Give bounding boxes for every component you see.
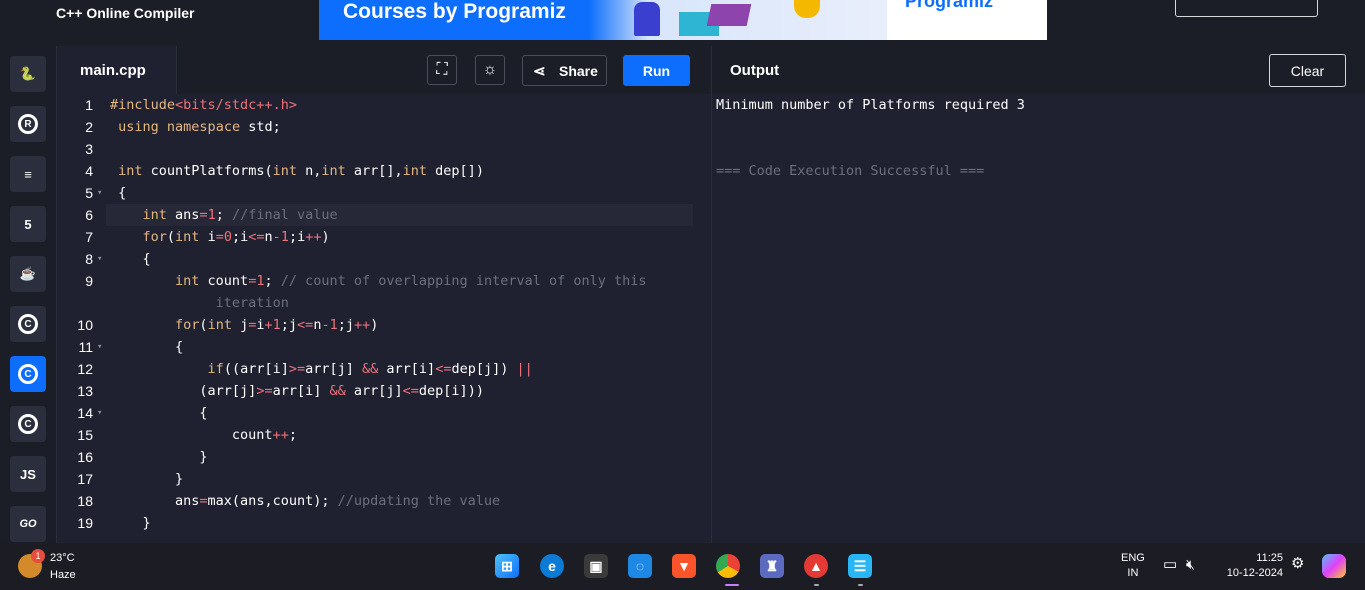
share-icon: ⋖ [533, 63, 546, 80]
photos-icon[interactable]: ▣ [584, 554, 608, 578]
code-line: } [110, 471, 184, 487]
code-line: if((arr[i]>=arr[j] && arr[i]<=dep[j]) || [207, 361, 533, 377]
brave-icon[interactable]: ▼ [672, 554, 696, 578]
code-line: int ans=1; //final value [142, 207, 338, 223]
sql-icon[interactable]: ≡ [10, 156, 46, 192]
clock-time: 11:25 [1256, 552, 1283, 564]
code-line: int countPlatforms(int n,int arr[],int d… [118, 163, 484, 179]
html-icon-glyph: 5 [24, 216, 32, 232]
output-panel: Minimum number of Platforms required 3 =… [711, 94, 1365, 543]
c-icon[interactable]: C [10, 306, 46, 342]
code-line: #include<bits/stdc++.h> [110, 97, 297, 113]
language-sidebar: 🐍 R ≡ 5 ☕ C C C JS GO [0, 46, 57, 543]
media-app-icon[interactable]: ▲ [804, 554, 828, 578]
edge-icon[interactable]: e [540, 554, 564, 578]
windows-taskbar: 1 23°C Haze ⊞ e ▣ ◌ ▼ ♜ ▲ ☰ ENG IN ▭ 🔇︎ … [0, 543, 1365, 590]
output-header: Output Clear [711, 46, 1365, 94]
code-line: { [110, 251, 151, 267]
top-right-button[interactable] [1175, 0, 1318, 17]
banner-illustration [589, 0, 889, 40]
line-number: 3 [85, 141, 93, 157]
code-line: (arr[j]>=arr[i] && arr[j]<=dep[i])) [110, 383, 484, 399]
code-line: { [110, 405, 208, 421]
output-result: Minimum number of Platforms required 3 [716, 97, 1025, 113]
r-icon-glyph: R [18, 114, 38, 134]
output-status: === Code Execution Successful === [716, 163, 985, 179]
notepad-icon[interactable]: ☰ [848, 554, 872, 578]
banner-text: Courses by Programiz [343, 0, 566, 23]
language-indicator[interactable]: ENG IN [1121, 551, 1145, 581]
run-button[interactable]: Run [623, 55, 690, 86]
fullscreen-icon[interactable]: ⛶ [427, 55, 457, 85]
clock[interactable]: 11:25 10-12-2024 [1221, 551, 1283, 581]
editor-toolbar: main.cpp ⛶ ☼ ⋖ Share Run [57, 46, 710, 94]
media-app-indicator [814, 584, 819, 586]
c-icon-glyph: C [18, 314, 38, 334]
copilot-icon[interactable] [1322, 554, 1346, 578]
code-line: ans=max(ans,count); //updating the value [110, 493, 501, 509]
code-line: { [110, 339, 184, 355]
start-icon[interactable]: ⊞ [495, 554, 519, 578]
go-icon-label: GO [19, 518, 37, 530]
page-title: C++ Online Compiler [56, 5, 195, 21]
language-bottom: IN [1127, 567, 1139, 579]
notifications-icon[interactable]: ⚙ [1291, 556, 1304, 571]
banner-brand: Programiz [887, 0, 1047, 40]
theme-toggle-icon[interactable]: ☼ [475, 55, 505, 85]
code-line: int count=1; // count of overlapping int… [175, 273, 647, 289]
notepad-indicator [858, 584, 863, 586]
share-button[interactable]: ⋖ Share [522, 55, 607, 86]
python-icon[interactable]: 🐍 [10, 56, 46, 92]
clear-button[interactable]: Clear [1269, 54, 1346, 87]
network-icon[interactable]: ▭ [1163, 557, 1177, 572]
cpp-icon[interactable]: C [10, 356, 46, 392]
java-icon[interactable]: ☕ [10, 256, 46, 292]
weather-badge: 1 [31, 549, 45, 563]
banner-brand-label: Programiz [905, 0, 994, 11]
volume-muted-icon[interactable]: 🔇︎ [1186, 557, 1195, 572]
javascript-icon[interactable]: JS [10, 456, 46, 492]
r-icon[interactable]: R [10, 106, 46, 142]
code-line: using namespace std; [118, 119, 281, 135]
code-line: { [110, 185, 127, 201]
chrome-icon[interactable] [716, 554, 740, 578]
code-line: for(int j=i+1;j<=n-1;j++) [175, 317, 379, 333]
python-icon-glyph: 🐍 [19, 66, 37, 81]
output-title: Output [730, 62, 780, 79]
code-line: count++; [110, 427, 297, 443]
java-icon-glyph: ☕ [19, 266, 37, 281]
chrome-active-indicator [725, 584, 739, 586]
app-icon[interactable]: ♜ [760, 554, 784, 578]
sql-icon-glyph: ≡ [24, 166, 32, 182]
cpp-icon-glyph: C [18, 364, 38, 384]
ad-banner[interactable]: Courses by Programiz Programiz [319, 0, 1047, 40]
go-icon[interactable]: GO [10, 506, 46, 542]
weather-temperature: 23°C [50, 552, 75, 564]
html-icon[interactable]: 5 [10, 206, 46, 242]
csharp-icon-glyph: C [18, 414, 38, 434]
tab-main-cpp[interactable]: main.cpp [57, 46, 177, 94]
clock-date: 10-12-2024 [1226, 567, 1283, 579]
code-line: for(int i=0;i<=n-1;i++) [142, 229, 330, 245]
csharp-icon[interactable]: C [10, 406, 46, 442]
language-top: ENG [1121, 552, 1145, 564]
top-bar: C++ Online Compiler Courses by Programiz… [0, 0, 1365, 46]
code-line: iteration [215, 295, 289, 311]
code-editor[interactable]: 1 2 3 4 5 ▾ 6 7 8 ▾ 9 10 11 ▾ 12 13 14 ▾ 15 16 17 18 19 #inclu… [57, 94, 710, 543]
weather-condition: Haze [50, 569, 76, 581]
code-line: } [110, 515, 151, 531]
share-label: Share [559, 63, 598, 79]
code-line: } [110, 449, 208, 465]
sync-app-icon[interactable]: ◌ [628, 554, 652, 578]
tab-label: main.cpp [80, 62, 146, 79]
javascript-icon-label: JS [20, 466, 36, 482]
